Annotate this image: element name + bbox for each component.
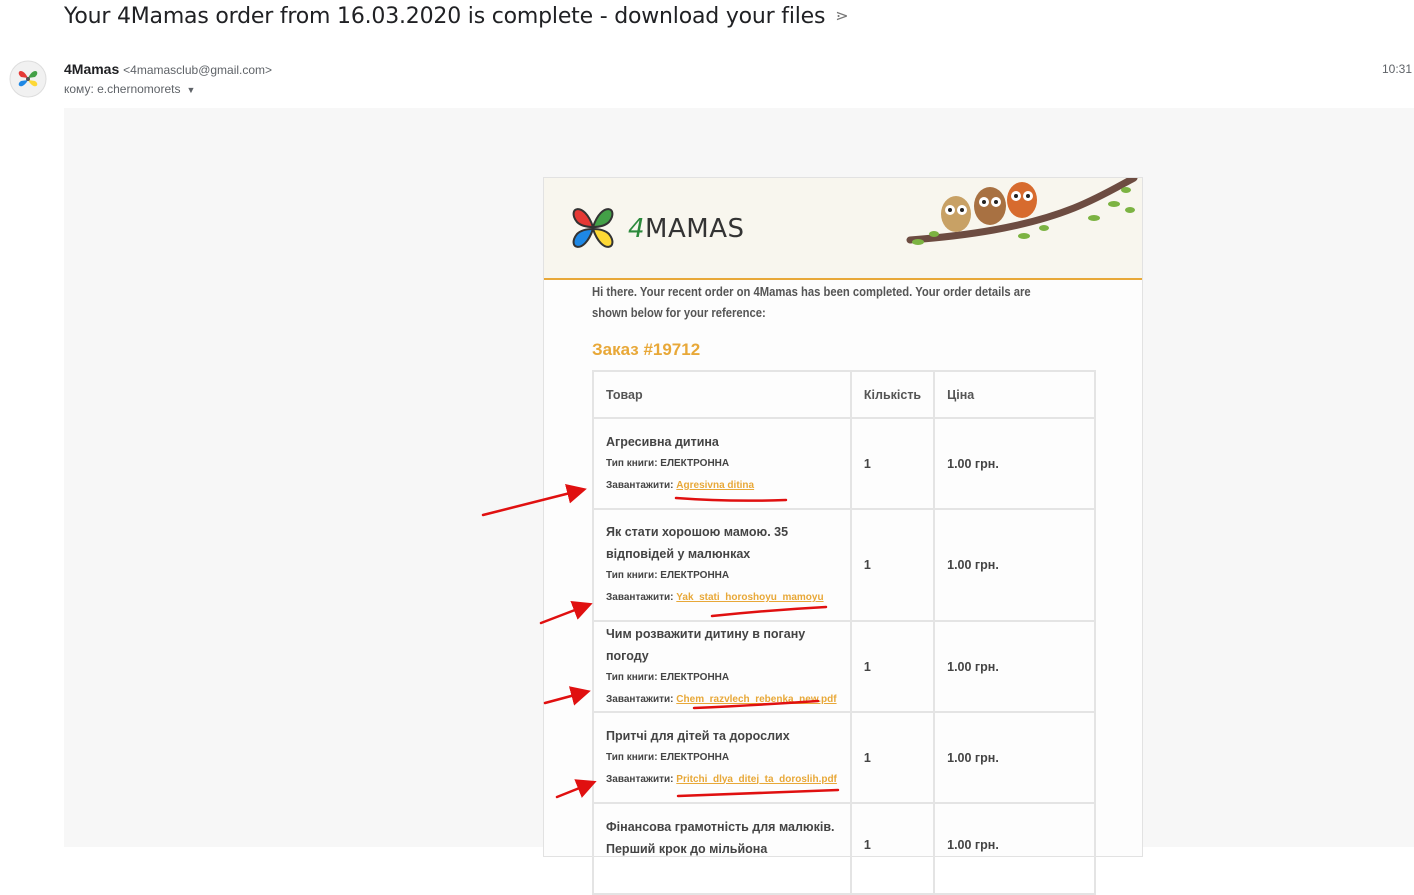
product-name: Як стати хорошою мамою. 35 відповідей у … <box>606 525 789 561</box>
product-cell: Чим розважити дитину в погану погоду Тип… <box>592 620 852 713</box>
download-line: Завантажити: Agresivna ditina <box>606 475 838 497</box>
product-name: Чим розважити дитину в погану погоду <box>606 626 806 663</box>
download-line: Завантажити: Yak_stati_horoshoyu_mamoyu <box>606 587 838 609</box>
greeting-text: Hi there. Your recent order on 4Mamas ha… <box>592 285 1031 320</box>
brand-logo-four: 4 <box>628 214 646 244</box>
recipient-text: кому: e.chernomorets <box>64 82 181 96</box>
table-header-row: Товар Кількість Ціна <box>592 370 1096 419</box>
price-cell: 1.00 грн. <box>933 508 1096 622</box>
book-type: Тип книги: ЕЛЕКТРОННА <box>606 671 730 683</box>
download-label: Завантажити: <box>606 592 677 603</box>
table-row: Як стати хорошою мамою. 35 відповідей у … <box>592 508 1096 622</box>
table-row: Чим розважити дитину в погану погоду Тип… <box>592 620 1096 713</box>
recipient-line: кому: e.chernomorets ▼ <box>64 82 195 96</box>
owl-right-icon <box>1007 182 1037 218</box>
product-cell: Фінансова грамотність для малюків. Перши… <box>592 802 852 895</box>
download-link[interactable]: Yak_stati_horoshoyu_mamoyu <box>676 592 823 603</box>
email-time: 10:31 <box>1382 62 1413 76</box>
quantity-cell: 1 <box>849 620 936 713</box>
download-link[interactable]: Chem_razvlech_rebenka_new.pdf <box>676 694 836 705</box>
owl-left-icon <box>941 196 971 232</box>
sender-email: <4mamasclub@gmail.com> <box>123 63 273 77</box>
recipient-details-chevron-down-icon[interactable]: ▼ <box>186 85 195 95</box>
table-row: Притчі для дітей та дорослих Тип книги: … <box>592 711 1096 804</box>
column-header-product: Товар <box>592 370 852 419</box>
owl-middle-icon <box>974 187 1006 225</box>
brand-logo-text: 4MAMAS <box>628 214 745 244</box>
email-header-banner: 4MAMAS <box>544 178 1142 280</box>
price-cell: 1.00 грн. <box>933 620 1096 713</box>
product-cell: Агресивна дитина Тип книги: ЕЛЕКТРОННА З… <box>592 417 852 510</box>
download-link[interactable]: Pritchi_dlya_ditej_ta_doroslih.pdf <box>676 774 837 785</box>
product-cell: Притчі для дітей та дорослих Тип книги: … <box>592 711 852 804</box>
price-cell: 1.00 грн. <box>933 417 1096 510</box>
book-type: Тип книги: ЕЛЕКТРОННА <box>606 570 730 581</box>
email-subject-text: Your 4Mamas order from 16.03.2020 is com… <box>64 4 826 29</box>
product-name: Агресивна дитина <box>606 434 719 449</box>
owls-on-branch-illustration <box>906 178 1138 245</box>
download-link[interactable]: Agresivna ditina <box>676 480 754 491</box>
sender-name[interactable]: 4Mamas <box>64 61 119 77</box>
column-header-quantity: Кількість <box>849 370 936 419</box>
price-cell: 1.00 грн. <box>933 711 1096 804</box>
email-card: 4MAMAS Hi there. Your recent order on 4M… <box>543 177 1143 895</box>
brand-logo-mamas: MAMAS <box>645 214 745 244</box>
sender-line: 4Mamas <4mamasclub@gmail.com> <box>64 61 272 77</box>
download-line: Завантажити: Pritchi_dlya_ditej_ta_doros… <box>606 769 838 791</box>
quantity-cell: 1 <box>849 508 936 622</box>
order-number-title: Заказ #19712 <box>592 340 701 359</box>
download-line: Завантажити: Chem_razvlech_rebenka_new.p… <box>606 689 838 711</box>
book-type: Тип книги: ЕЛЕКТРОННА <box>606 457 730 469</box>
sender-avatar[interactable] <box>9 60 47 98</box>
column-header-price: Ціна <box>933 370 1096 419</box>
quantity-cell: 1 <box>849 711 936 804</box>
important-marker-icon[interactable]: ⋗ <box>835 6 848 25</box>
email-subject: Your 4Mamas order from 16.03.2020 is com… <box>64 4 849 29</box>
product-name: Фінансова грамотність для малюків. Перши… <box>606 820 835 856</box>
book-type: Тип книги: ЕЛЕКТРОННА <box>606 751 730 763</box>
table-row: Фінансова грамотність для малюків. Перши… <box>592 802 1096 895</box>
download-label: Завантажити: <box>606 773 677 785</box>
quantity-cell: 1 <box>849 417 936 510</box>
product-name: Притчі для дітей та дорослих <box>606 728 790 743</box>
download-label: Завантажити: <box>606 479 677 491</box>
download-label: Завантажити: <box>606 693 677 705</box>
table-row: Агресивна дитина Тип книги: ЕЛЕКТРОННА З… <box>592 417 1096 510</box>
order-items-table: Товар Кількість Ціна Агресивна дитина Ти… <box>592 370 1096 895</box>
price-cell: 1.00 грн. <box>933 802 1096 895</box>
product-cell: Як стати хорошою мамою. 35 відповідей у … <box>592 508 852 622</box>
quantity-cell: 1 <box>849 802 936 895</box>
clover-logo-icon <box>572 208 614 248</box>
